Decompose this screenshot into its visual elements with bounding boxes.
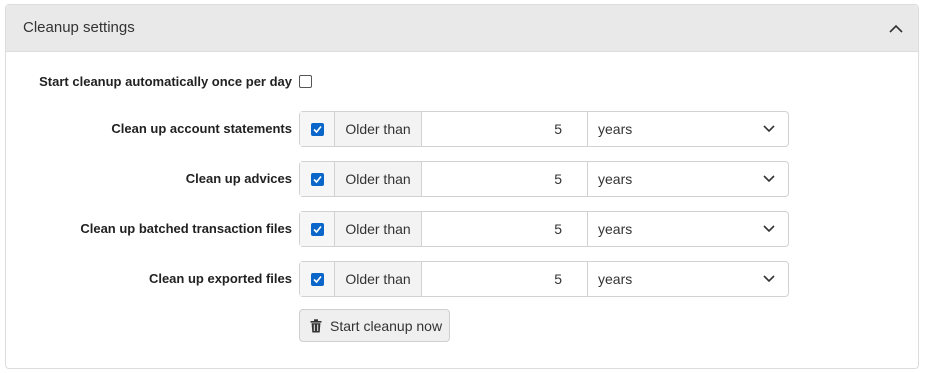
account-statements-checkbox[interactable] [310,122,324,136]
account-statements-input-group: Older than 5 years [299,111,789,147]
batched-transaction-files-input-group: Older than 5 years [299,211,789,247]
advices-unit-select[interactable]: years [588,162,788,196]
older-than-addon: Older than [335,112,422,146]
older-than-addon: Older than [335,212,422,246]
exported-files-checkbox-cell [300,262,335,296]
chevron-up-icon [889,24,903,33]
row-label-batched-transaction-files: Clean up batched transaction files [80,221,292,236]
batched-transaction-files-checkbox-cell [300,212,335,246]
account-statements-value-input[interactable]: 5 [422,112,588,146]
exported-files-unit-select[interactable]: years [588,262,788,296]
unit-select-value: years [598,121,633,137]
collapse-button[interactable] [884,17,908,39]
check-icon [312,175,322,183]
row-label-exported-files: Clean up exported files [148,271,292,286]
batched-transaction-files-unit-select[interactable]: years [588,212,788,246]
row-label-advices: Clean up advices [185,171,292,186]
check-icon [312,275,322,283]
chevron-down-icon [763,125,775,133]
unit-select-value: years [598,221,633,237]
chevron-down-icon [763,275,775,283]
exported-files-value-input[interactable]: 5 [422,262,588,296]
account-statements-checkbox-cell [300,112,335,146]
trash-icon [310,318,322,333]
start-cleanup-button[interactable]: Start cleanup now [299,309,450,342]
batched-transaction-files-checkbox[interactable] [310,222,324,236]
account-statements-unit-select[interactable]: years [588,112,788,146]
row-label-account-statements: Clean up account statements [111,121,292,136]
batched-transaction-files-value-input[interactable]: 5 [422,212,588,246]
unit-select-value: years [598,271,633,287]
check-icon [312,125,322,133]
panel-title: Cleanup settings [23,19,135,36]
exported-files-input-group: Older than 5 years [299,261,789,297]
auto-cleanup-label: Start cleanup automatically once per day [39,74,292,89]
check-icon [312,225,322,233]
advices-checkbox-cell [300,162,335,196]
chevron-down-icon [763,225,775,233]
auto-cleanup-checkbox[interactable] [299,75,312,88]
chevron-down-icon [763,175,775,183]
advices-checkbox[interactable] [310,172,324,186]
exported-files-checkbox[interactable] [310,272,324,286]
advices-input-group: Older than 5 years [299,161,789,197]
older-than-addon: Older than [335,162,422,196]
advices-value-input[interactable]: 5 [422,162,588,196]
start-cleanup-label: Start cleanup now [330,317,443,334]
panel-header[interactable]: Cleanup settings [6,5,918,52]
older-than-addon: Older than [335,262,422,296]
unit-select-value: years [598,171,633,187]
